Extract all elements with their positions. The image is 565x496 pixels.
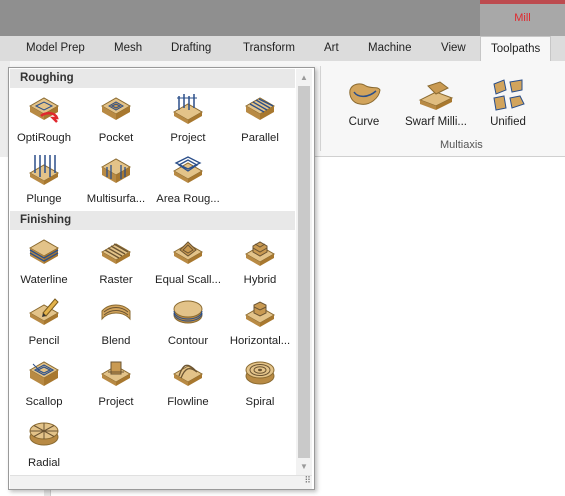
ribbon-group-multiaxis: Multiaxis [440, 139, 483, 151]
gallery-item-label: Hybrid [243, 274, 277, 286]
gallery-item-label: Radial [27, 457, 61, 469]
resize-grip-icon[interactable]: ⠿ [304, 475, 311, 486]
scroll-up-arrow-icon[interactable]: ▲ [296, 71, 312, 85]
gallery-item-hybrid[interactable]: Hybrid [226, 234, 294, 292]
gallery-item-label: OptiRough [16, 132, 71, 144]
gallery-item-multisurface[interactable]: Multisurfa... [82, 153, 150, 211]
gallery-item-label: Waterline [20, 274, 68, 286]
scrollbar-thumb[interactable] [298, 86, 310, 458]
gallery-item-plunge[interactable]: Plunge [10, 153, 78, 211]
gallery-item-project-finishing[interactable]: Project [82, 356, 150, 414]
tab-toolpaths[interactable]: Toolpaths [480, 36, 552, 62]
gallery-item-waterline[interactable]: Waterline [10, 234, 78, 292]
gallery-item-radial[interactable]: Radial [10, 417, 78, 475]
context-tab-mill[interactable]: Mill [480, 0, 565, 36]
gallery-item-label: Project [170, 132, 206, 144]
gallery-item-label: Pencil [28, 335, 60, 347]
gallery-item-horizontal[interactable]: Horizontal... [226, 295, 294, 353]
gallery-item-raster[interactable]: Raster [82, 234, 150, 292]
tab-art[interactable]: Art [324, 36, 339, 61]
gallery-item-label: Area Roug... [156, 193, 220, 205]
gallery-item-label: Equal Scall... [155, 274, 221, 286]
gallery-item-label: Spiral [245, 396, 275, 408]
tab-view[interactable]: View [441, 36, 466, 61]
gallery-item-spiral[interactable]: Spiral [226, 356, 294, 414]
swarf-milling-button[interactable]: Swarf Milli... [396, 70, 476, 130]
toolpath-gallery-dropdown[interactable]: Roughing OptiRough Pocket Project Parall… [8, 67, 315, 490]
scroll-down-arrow-icon[interactable]: ▼ [296, 460, 312, 474]
gallery-item-label: Multisurfa... [86, 193, 146, 205]
unified-label: Unified [490, 116, 526, 128]
gallery-item-blend[interactable]: Blend [82, 295, 150, 353]
gallery-item-label: Raster [99, 274, 133, 286]
ribbon-group-separator [320, 66, 321, 151]
gallery-item-label: Plunge [26, 193, 62, 205]
tab-machine[interactable]: Machine [368, 36, 411, 61]
tab-transform[interactable]: Transform [243, 36, 295, 61]
gallery-item-pencil[interactable]: Pencil [10, 295, 78, 353]
gallery-item-label: Horizontal... [229, 335, 291, 347]
gallery-item-label: Contour [167, 335, 209, 347]
gallery-item-pocket[interactable]: Pocket [82, 92, 150, 150]
ribbon-tab-row: Model Prep Mesh Drafting Transform Art M… [0, 36, 565, 62]
curve-button[interactable]: Curve [324, 70, 404, 130]
section-header-roughing: Roughing [10, 69, 295, 88]
gallery-resize-bar [10, 475, 312, 489]
gallery-item-equal-scallop[interactable]: Equal Scall... [154, 234, 222, 292]
gallery-item-label: Flowline [167, 396, 209, 408]
gallery-item-label: Blend [101, 335, 131, 347]
curve-label: Curve [348, 116, 380, 128]
gallery-item-label: Parallel [241, 132, 279, 144]
gallery-item-parallel[interactable]: Parallel [226, 92, 294, 150]
gallery-item-label: Project [98, 396, 134, 408]
gallery-item-area-roughing[interactable]: Area Roug... [154, 153, 222, 211]
swarf-milling-label: Swarf Milli... [405, 116, 467, 128]
gallery-item-contour[interactable]: Contour [154, 295, 222, 353]
gallery-item-flowline[interactable]: Flowline [154, 356, 222, 414]
tab-model-prep[interactable]: Model Prep [26, 36, 85, 61]
gallery-item-optirough[interactable]: OptiRough [10, 92, 78, 150]
tab-drafting[interactable]: Drafting [171, 36, 211, 61]
gallery-item-label: Scallop [25, 396, 63, 408]
gallery-item-scallop[interactable]: Scallop [10, 356, 78, 414]
unified-button[interactable]: Unified [468, 70, 548, 130]
tab-mesh[interactable]: Mesh [114, 36, 142, 61]
gallery-item-label: Pocket [98, 132, 134, 144]
section-header-finishing: Finishing [10, 211, 295, 230]
gallery-item-project[interactable]: Project [154, 92, 222, 150]
gallery-scrollbar[interactable]: ▲ ▼ [296, 69, 312, 475]
